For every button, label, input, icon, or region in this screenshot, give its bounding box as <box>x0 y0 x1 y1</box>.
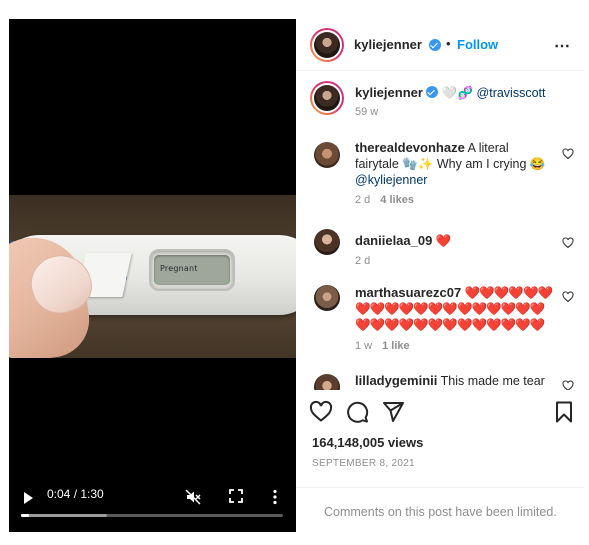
avatar[interactable] <box>314 142 340 168</box>
comment-meta: 2 d 4 likes <box>355 194 414 206</box>
avatar <box>314 32 340 58</box>
comment-body: This made me tear <box>440 374 545 388</box>
comment-like-heart-icon[interactable] <box>562 380 574 390</box>
video-played <box>21 514 29 517</box>
heart-icon[interactable] <box>309 400 333 424</box>
comment-text: therealdevonhaze A literal fairytale 🧤✨ … <box>355 140 555 188</box>
test-display-text: Pregnant <box>160 264 198 273</box>
view-count[interactable]: 164,148,005 views <box>312 435 423 450</box>
caption-age[interactable]: 59 w <box>355 106 378 118</box>
follow-button[interactable]: Follow <box>457 37 498 52</box>
caption-emoji: 🤍🧬 <box>441 86 474 100</box>
avatar[interactable] <box>314 374 340 390</box>
comment-text: lilladygeminii This made me tear <box>355 373 555 389</box>
post-date[interactable]: SEPTEMBER 8, 2021 <box>312 458 415 469</box>
comment-icon[interactable] <box>345 400 369 424</box>
fullscreen-icon[interactable] <box>229 489 243 503</box>
paper-plane-icon[interactable] <box>381 400 405 424</box>
comment-username[interactable]: marthasuarezc07 <box>355 285 461 300</box>
comments-list[interactable]: kyliejenner 🤍🧬 @travisscott 59 w thereal… <box>296 72 584 390</box>
post-side-panel: kyliejenner • Follow ⋯ kyliejenner 🤍🧬 @t… <box>296 19 589 532</box>
action-bar <box>296 397 584 427</box>
avatar <box>314 85 340 111</box>
comment-meta: 2 d <box>355 255 370 267</box>
avatar[interactable] <box>314 229 340 255</box>
video-progress-bar[interactable] <box>21 514 283 517</box>
comment-like-heart-icon[interactable] <box>562 237 574 249</box>
comments-limited-text: Comments on this post have been limited. <box>324 505 557 519</box>
bookmark-icon[interactable] <box>552 400 576 424</box>
caption-mention[interactable]: @travisscott <box>477 86 546 100</box>
comment-age[interactable]: 2 d <box>355 255 370 267</box>
comments-limited-notice: Comments on this post have been limited. <box>296 487 584 532</box>
comment-username[interactable]: therealdevonhaze <box>355 140 465 155</box>
comment-body: ❤️ <box>435 234 452 248</box>
caption-text: kyliejenner 🤍🧬 @travisscott <box>355 85 555 101</box>
story-ring[interactable] <box>310 28 344 62</box>
video-buffered <box>21 514 108 517</box>
play-icon[interactable] <box>21 491 35 505</box>
comment-meta: 1 w 1 like <box>355 340 410 352</box>
comment-text: daniielaa_09 ❤️ <box>355 233 555 249</box>
more-options-icon[interactable]: ⋯ <box>554 36 571 56</box>
comment-text: marthasuarezc07 ❤️❤️❤️❤️❤️❤️❤️❤️❤️❤️❤️❤️… <box>355 285 555 333</box>
video-frame: Pregnant <box>9 195 296 358</box>
comment-age[interactable]: 1 w <box>355 340 372 352</box>
more-vertical-icon[interactable] <box>270 489 280 505</box>
comment-username[interactable]: lilladygeminii <box>355 373 437 388</box>
comment-mention[interactable]: @kyliejenner <box>355 173 427 187</box>
post-header: kyliejenner • Follow ⋯ <box>296 19 584 71</box>
comment-like-heart-icon[interactable] <box>562 148 574 160</box>
video-player[interactable]: Pregnant 0:04 / 1:30 <box>9 19 296 532</box>
post-author-username[interactable]: kyliejenner <box>354 37 422 52</box>
caption-story-ring[interactable] <box>310 81 344 115</box>
comment-age[interactable]: 2 d <box>355 194 370 206</box>
separator-dot: • <box>446 36 451 51</box>
avatar[interactable] <box>314 285 340 311</box>
comment-likes[interactable]: 1 like <box>382 340 410 352</box>
video-time: 0:04 / 1:30 <box>47 487 104 501</box>
video-controls: 0:04 / 1:30 <box>9 481 296 511</box>
comment-likes[interactable]: 4 likes <box>380 194 414 206</box>
caption-username[interactable]: kyliejenner <box>355 85 423 100</box>
verified-badge-icon <box>426 86 439 98</box>
verified-badge-icon <box>429 39 441 51</box>
muted-icon[interactable] <box>185 489 201 505</box>
comment-like-heart-icon[interactable] <box>562 291 574 303</box>
comment-username[interactable]: daniielaa_09 <box>355 233 432 248</box>
